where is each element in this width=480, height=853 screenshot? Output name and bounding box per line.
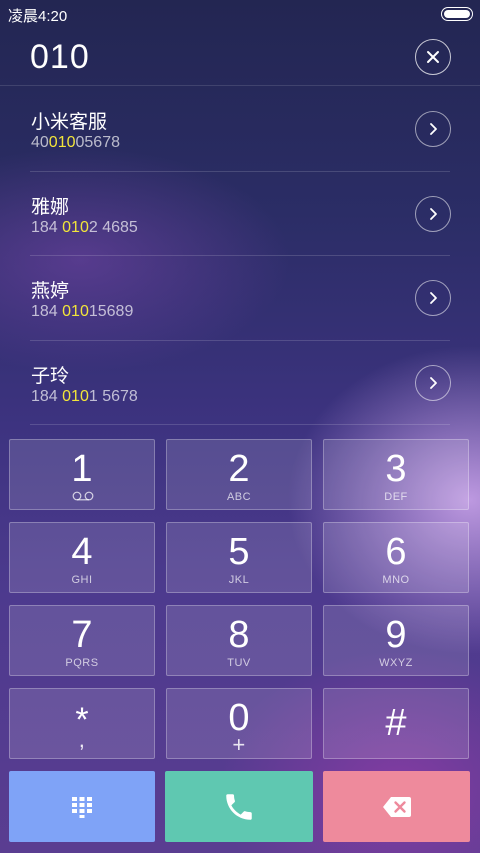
chevron-right-icon	[430, 292, 437, 304]
contact-number: 184 0101 5678	[31, 387, 138, 405]
number-match: 010	[62, 303, 89, 320]
delete-button[interactable]	[323, 771, 470, 842]
contact-suggestions: 小米客服 4001005678 雅娜 184 0102 4685 燕婷 184 …	[0, 87, 480, 425]
close-icon	[427, 51, 439, 63]
phone-icon	[226, 793, 252, 820]
key-digit: 1	[71, 448, 93, 490]
contact-detail-button[interactable]	[415, 111, 451, 147]
key-1[interactable]: 1	[9, 439, 155, 510]
key-hash[interactable]: #	[323, 688, 469, 759]
contact-number: 184 0102 4685	[31, 218, 138, 236]
number-match: 010	[62, 218, 89, 236]
key-digit: 7	[71, 614, 93, 656]
dialed-number-row: 010	[0, 28, 480, 86]
contact-number: 4001005678	[31, 134, 120, 151]
dialpad-icon	[72, 796, 92, 818]
key-2[interactable]: 2 ABC	[166, 439, 312, 510]
call-button[interactable]	[165, 771, 313, 842]
key-digit: #	[385, 702, 407, 744]
keypad-toggle-button[interactable]	[9, 771, 155, 842]
contact-number: 184 01015689	[31, 303, 134, 320]
key-8[interactable]: 8 TUV	[166, 605, 312, 676]
contact-name: 燕婷	[31, 281, 70, 302]
chevron-right-icon	[430, 123, 437, 135]
status-time: 凌晨4:20	[8, 8, 68, 25]
contact-detail-button[interactable]	[415, 195, 451, 232]
key-3[interactable]: 3 DEF	[323, 439, 469, 510]
key-5[interactable]: 5 JKL	[166, 522, 312, 593]
key-4[interactable]: 4 GHI	[9, 522, 155, 593]
key-digit: 2	[228, 448, 250, 490]
key-letters: TUV	[227, 657, 251, 669]
dialer-action-bar	[9, 771, 471, 842]
contact-name: 小米客服	[31, 112, 108, 133]
key-letters: DEF	[384, 491, 408, 503]
contact-name: 雅娜	[31, 196, 70, 218]
key-letters: ,	[78, 727, 86, 752]
dialed-number: 010	[30, 38, 90, 76]
key-letters: WXYZ	[379, 657, 413, 669]
chevron-right-icon	[430, 207, 437, 220]
status-bar: 凌晨4:20	[0, 0, 480, 28]
key-star[interactable]: * ,	[9, 688, 155, 759]
number-match: 010	[62, 387, 89, 405]
backspace-icon	[382, 796, 411, 817]
clear-button[interactable]	[415, 39, 451, 75]
battery-icon	[441, 7, 473, 21]
contact-row[interactable]: 小米客服 4001005678	[30, 87, 451, 172]
key-letters: +	[232, 732, 246, 757]
key-digit: 8	[228, 614, 250, 656]
key-letters: ABC	[226, 491, 252, 503]
key-digit: 4	[71, 531, 93, 573]
contact-row[interactable]: 子玲 184 0101 5678	[30, 341, 451, 425]
key-digit: 5	[228, 531, 250, 573]
voicemail-icon	[72, 491, 94, 501]
contact-detail-button[interactable]	[415, 364, 451, 401]
key-letters: MNO	[382, 574, 410, 586]
key-letters: GHI	[71, 574, 93, 586]
number-match: 010	[48, 134, 76, 151]
key-letters: PQRS	[65, 657, 99, 669]
battery-level	[444, 10, 470, 18]
contact-row[interactable]: 燕婷 184 01015689	[30, 256, 451, 341]
contact-detail-button[interactable]	[415, 280, 451, 316]
key-digit: 9	[385, 614, 407, 656]
contact-name: 子玲	[31, 365, 70, 387]
dial-keypad: 1 2 ABC 3 DEF 4 GHI 5 JKL 6 MNO 7 PQRS 8…	[9, 439, 471, 759]
key-digit: 6	[385, 531, 407, 573]
key-9[interactable]: 9 WXYZ	[323, 605, 469, 676]
chevron-right-icon	[430, 376, 437, 389]
contact-row[interactable]: 雅娜 184 0102 4685	[30, 172, 451, 256]
key-7[interactable]: 7 PQRS	[9, 605, 155, 676]
key-digit: 3	[385, 448, 407, 490]
key-0[interactable]: 0 +	[166, 688, 312, 759]
key-letters: JKL	[228, 574, 250, 586]
key-6[interactable]: 6 MNO	[323, 522, 469, 593]
